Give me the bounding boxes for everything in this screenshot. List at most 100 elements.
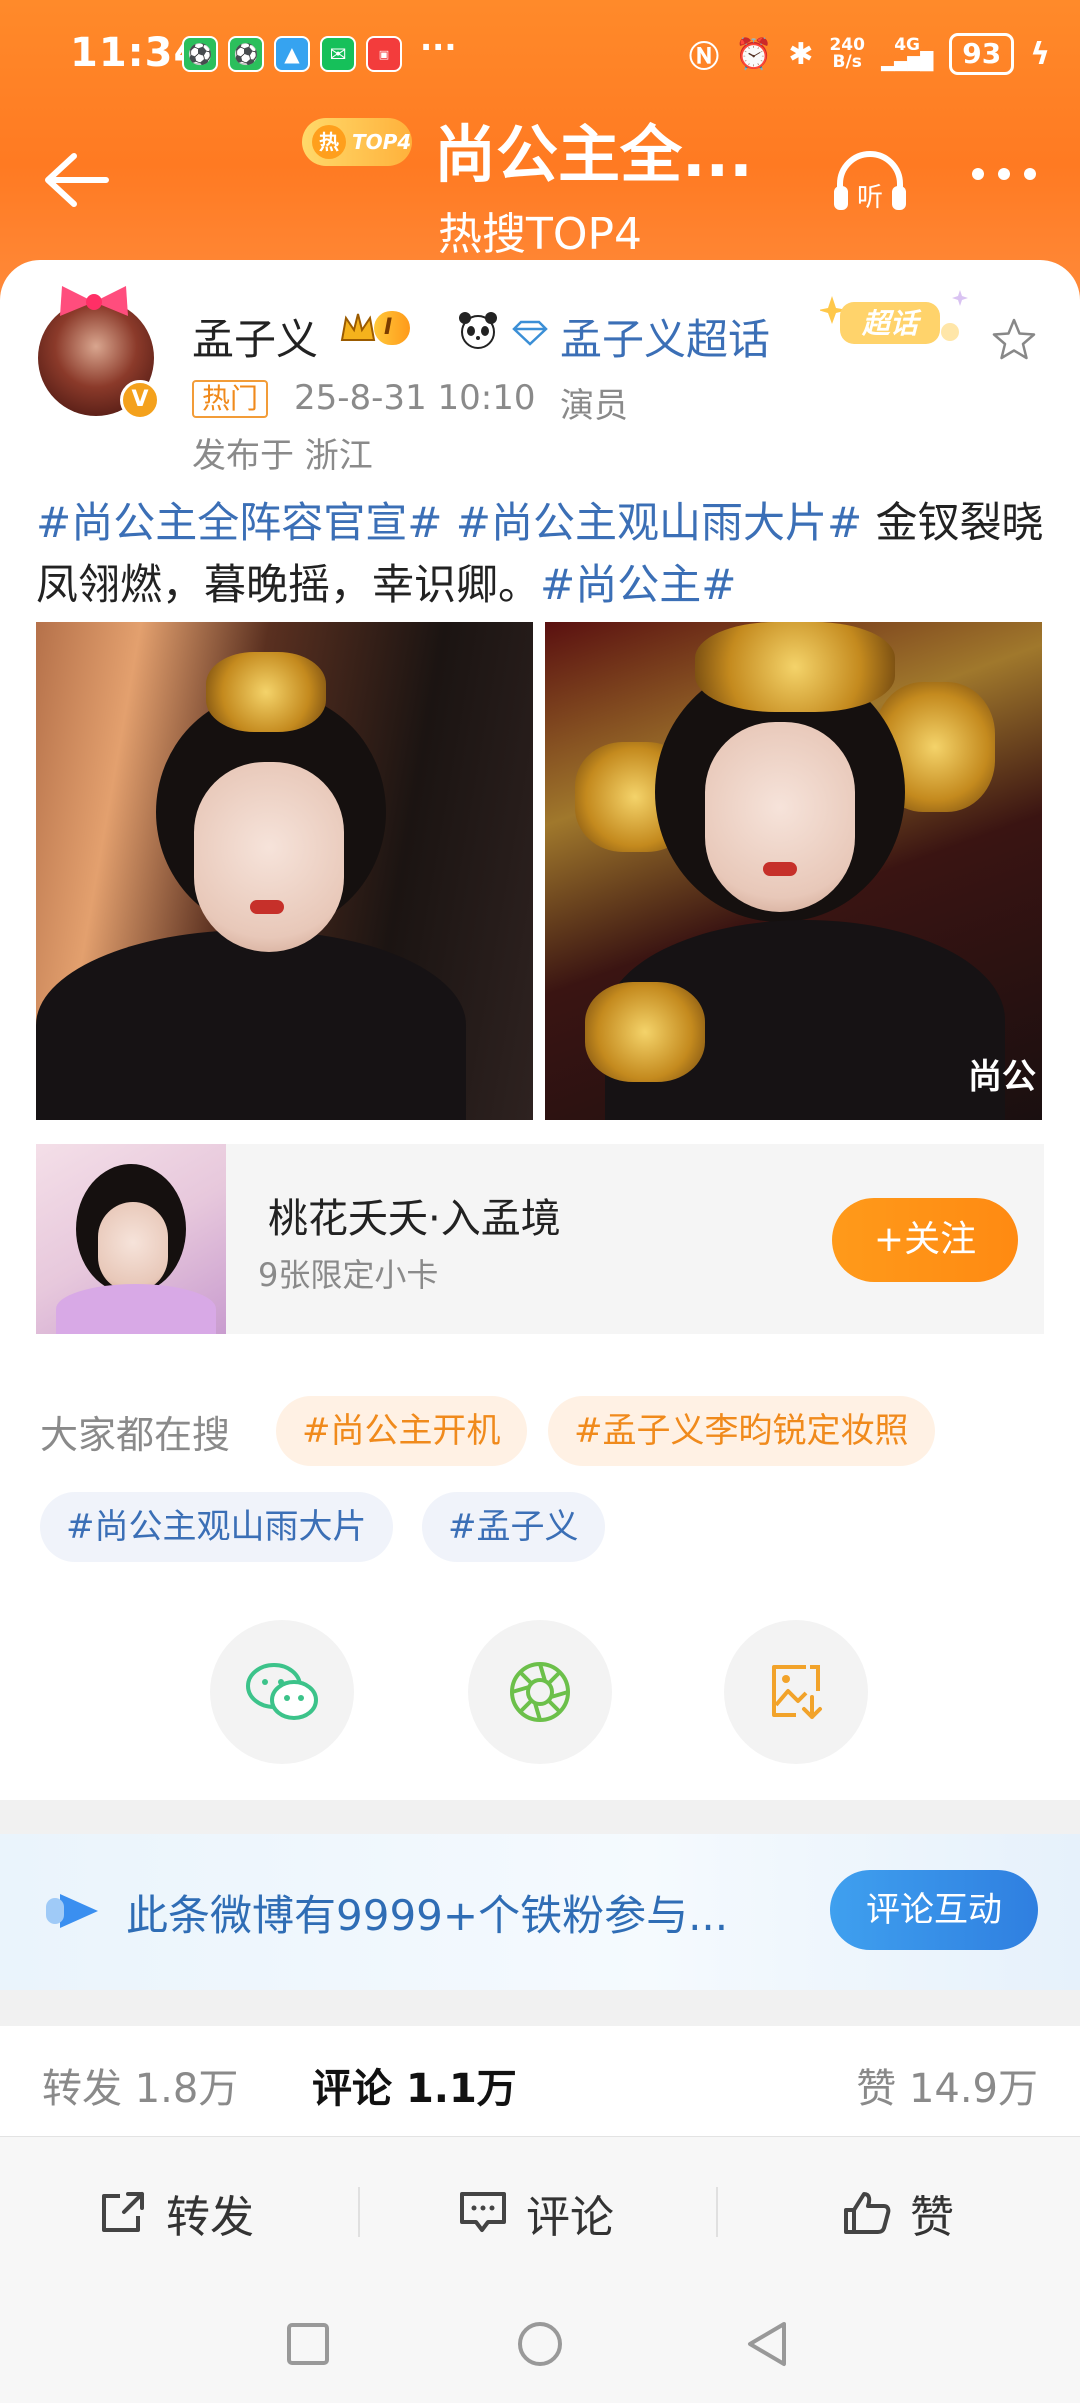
stats-tabs: 转发 1.8万 评论 1.1万 赞 14.9万 xyxy=(0,2026,1080,2136)
more-options-button[interactable] xyxy=(972,168,1036,180)
tab-comments[interactable]: 评论 1.1万 xyxy=(312,2056,517,2114)
tab-reposts[interactable]: 转发 1.8万 xyxy=(42,2056,238,2114)
red-app-icon: ▣ xyxy=(366,36,402,72)
comment-label: 评论 xyxy=(526,2192,614,2243)
search-chip[interactable]: #孟子义李昀锐定妆照 xyxy=(548,1396,935,1466)
back-triangle-icon[interactable] xyxy=(744,2320,790,2368)
save-image-icon xyxy=(772,1665,822,1719)
status-right: Ⓝ ⏰ ✱ 240 B/s 4G ▂▄▆█ 93 ϟ xyxy=(689,32,1050,76)
repost-label: 转发 xyxy=(166,2192,254,2243)
topic-link[interactable]: #尚公主全阵容官宣# xyxy=(36,498,442,547)
repost-count: 1.8万 xyxy=(134,2066,239,2112)
bottom-action-bar: 转发 评论 赞 xyxy=(0,2136,1080,2286)
save-image-button[interactable] xyxy=(724,1620,868,1764)
signal-type: 4G xyxy=(894,35,920,55)
post-location: 发布于 浙江 xyxy=(192,436,373,476)
panda-icon xyxy=(459,312,497,349)
page-subtitle: 热搜TOP4 xyxy=(437,209,643,260)
sports-app-icon-2: ⚽ xyxy=(228,36,264,72)
repost-tab-label: 转发 xyxy=(42,2066,122,2112)
image-robe xyxy=(36,930,466,1120)
post-image-grid: 尚公 xyxy=(36,622,1042,1120)
recent-apps-icon[interactable] xyxy=(286,2322,330,2366)
charging-icon: ϟ xyxy=(1030,36,1050,72)
fans-banner-text: 此条微博有9999+个铁粉参与... xyxy=(126,1891,729,1940)
hot-fire-icon: 热 xyxy=(312,125,346,159)
status-more: ··· xyxy=(420,28,457,66)
top-header: 11:34 ⚽ ⚽ ▲ ✉ ▣ ··· Ⓝ ⏰ ✱ 240 B/s 4G ▂▄▆█… xyxy=(0,0,1080,300)
supertopic-link[interactable]: 孟子义超话 xyxy=(560,306,770,367)
level-value: I xyxy=(374,311,411,345)
tab-likes[interactable]: 赞 14.9万 xyxy=(856,2056,1038,2114)
fans-play-icon xyxy=(46,1894,98,1928)
image-headdress xyxy=(695,622,895,712)
share-moments-button[interactable] xyxy=(468,1620,612,1764)
comment-tab-label: 评论 xyxy=(312,2066,392,2112)
net-speed-unit: B/s xyxy=(832,52,862,72)
bluetooth-icon: ✱ xyxy=(788,36,814,72)
headphones-icon[interactable]: 听 xyxy=(830,148,910,218)
crown-icon xyxy=(340,313,376,341)
hot-rank-label: TOP4 xyxy=(352,130,412,154)
promo-title: 桃花夭夭·入孟境 xyxy=(268,1196,561,1242)
follow-button[interactable]: +关注 xyxy=(832,1198,1018,1282)
repost-icon xyxy=(102,2192,144,2232)
search-chip[interactable]: #尚公主开机 xyxy=(276,1396,527,1466)
like-label: 赞 xyxy=(910,2192,954,2243)
hot-tag: 热门 xyxy=(192,380,269,418)
search-chip[interactable]: #尚公主观山雨大片 xyxy=(40,1492,393,1562)
wechat-notification-icon: ✉ xyxy=(320,36,356,72)
favorite-star-icon[interactable] xyxy=(990,316,1038,364)
post-image[interactable] xyxy=(36,622,533,1120)
signal-icon: 4G ▂▄▆█ xyxy=(880,35,934,72)
author-role: 演员 xyxy=(560,386,628,426)
comment-interact-button[interactable]: 评论互动 xyxy=(830,1870,1038,1950)
post-text: #尚公主全阵容官宣# #尚公主观山雨大片# 金钗裂晓凤翎燃，暮晚摇，幸识卿。#尚… xyxy=(36,492,1046,616)
like-tab-label: 赞 xyxy=(856,2066,897,2112)
image-lips xyxy=(763,862,797,876)
everyone-searching-label: 大家都在搜 xyxy=(40,1413,231,1457)
hot-rank-badge: 热 TOP4 xyxy=(302,118,412,166)
image-headdress xyxy=(206,652,326,732)
comment-button[interactable]: 评论 xyxy=(458,2181,614,2245)
thumb-face xyxy=(98,1202,168,1292)
net-speed: 240 B/s xyxy=(829,37,865,71)
repost-button[interactable]: 转发 xyxy=(98,2181,254,2245)
image-face xyxy=(194,762,344,952)
fans-banner[interactable]: 此条微博有9999+个铁粉参与... 评论互动 xyxy=(0,1834,1080,1990)
divider xyxy=(358,2187,360,2237)
level-badge: I xyxy=(338,308,411,348)
battery-icon: 93 xyxy=(949,33,1015,75)
more-dot xyxy=(972,168,984,180)
promo-thumbnail xyxy=(36,1144,226,1334)
diamond-icon xyxy=(512,320,548,346)
status-bar: 11:34 ⚽ ⚽ ▲ ✉ ▣ ··· Ⓝ ⏰ ✱ 240 B/s 4G ▂▄▆█… xyxy=(0,20,1080,90)
share-row xyxy=(0,1620,1080,1770)
topic-link[interactable]: #尚公主# xyxy=(540,560,736,609)
post-image[interactable]: 尚公 xyxy=(545,622,1042,1120)
topic-link[interactable]: #尚公主观山雨大片# xyxy=(456,498,862,547)
supertopic-tag-icon[interactable]: 超话 xyxy=(820,288,970,352)
supertopic-tag-label: 超话 xyxy=(861,307,922,340)
page-title: 尚公主全... xyxy=(434,118,753,191)
promo-subtitle: 9张限定小卡 xyxy=(258,1256,439,1294)
more-dot xyxy=(998,168,1010,180)
thumbs-up-icon xyxy=(844,2192,891,2234)
post-time: 25-8-31 10:10 xyxy=(294,378,536,418)
promo-card[interactable]: 桃花夭夭·入孟境 9张限定小卡 +关注 xyxy=(36,1144,1044,1334)
share-wechat-button[interactable] xyxy=(210,1620,354,1764)
thumb-robe xyxy=(56,1284,216,1334)
status-app-icons: ⚽ ⚽ ▲ ✉ ▣ xyxy=(182,36,402,72)
comment-icon xyxy=(460,2192,506,2232)
image-watermark: 尚公 xyxy=(968,1057,1036,1097)
author-name[interactable]: 孟子义 xyxy=(192,306,318,367)
search-chip[interactable]: #孟子义 xyxy=(422,1492,605,1562)
alarm-icon: ⏰ xyxy=(734,36,773,72)
game-app-icon: ▲ xyxy=(274,36,310,72)
image-face xyxy=(705,722,855,912)
like-button[interactable]: 赞 xyxy=(842,2181,954,2245)
home-icon[interactable] xyxy=(516,2320,564,2368)
bow-decoration-icon xyxy=(60,286,128,316)
comment-count: 1.1万 xyxy=(405,2066,517,2112)
image-lips xyxy=(250,900,284,914)
